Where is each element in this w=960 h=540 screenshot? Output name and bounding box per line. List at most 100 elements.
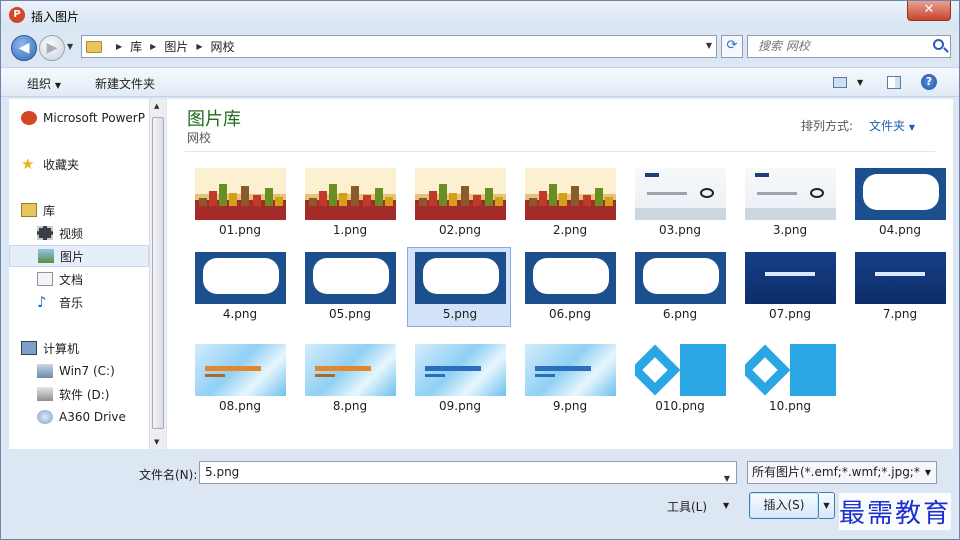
sidebar-item[interactable]: 图片 (9, 245, 149, 267)
file-tile[interactable]: 05.png (297, 247, 401, 327)
sidebar-item-label: 音乐 (59, 295, 84, 310)
video-icon (37, 226, 53, 240)
thumbnail-image (525, 344, 616, 396)
help-icon: ? (921, 74, 937, 90)
file-tile[interactable]: 9.png (517, 339, 621, 419)
view-options-button[interactable]: ▼ (833, 73, 863, 91)
file-name: 04.png (879, 223, 921, 237)
sidebar-item[interactable]: 库 (9, 199, 149, 221)
sidebar-scrollbar[interactable]: ▲ ▼ (149, 99, 166, 449)
recent-locations-dropdown[interactable]: ▼ (67, 42, 73, 51)
filename-value: 5.png (205, 465, 240, 479)
file-tile[interactable]: 6.png (627, 247, 731, 327)
sidebar-item[interactable]: 文档 (9, 268, 149, 290)
divider (185, 151, 935, 152)
thumbnail-image (745, 252, 836, 304)
sidebar-item[interactable]: 软件 (D:) (9, 383, 149, 405)
dialog-footer: 文件名(N): 5.png ▼ 所有图片(*.emf;*.wmf;*.jpg;*.… (1, 451, 959, 539)
navigation-bar: ◀ ▶ ▼ ▶ 库 ▶ 图片 ▶ 网校 ▼ ⟳ (1, 31, 959, 63)
file-tile[interactable]: 10.png (737, 339, 841, 419)
organize-button[interactable]: 组织 ▼ (27, 75, 61, 92)
breadcrumb-item[interactable]: 网校 (211, 38, 235, 55)
file-tile[interactable]: 02.png (407, 163, 511, 243)
file-tile[interactable]: 010.png (627, 339, 731, 419)
preview-pane-button[interactable] (887, 73, 901, 91)
file-name: 03.png (659, 223, 701, 237)
thumbnail-image (745, 168, 836, 220)
tools-button[interactable]: 工具(L) (667, 498, 707, 515)
sidebar-item[interactable]: ♪ 音乐 (9, 291, 149, 313)
scroll-down-icon[interactable]: ▼ (154, 438, 159, 446)
filetype-value: 所有图片(*.emf;*.wmf;*.jpg;*.jp (752, 465, 935, 479)
library-subtitle: 网校 (187, 131, 212, 145)
forward-button[interactable]: ▶ (39, 35, 65, 61)
file-name: 2.png (552, 223, 588, 237)
cloud-drive-icon (37, 410, 53, 424)
insert-options-dropdown[interactable]: ▼ (819, 492, 835, 519)
file-tile[interactable]: 5.png (407, 247, 511, 327)
thumbnail-image (195, 344, 286, 396)
breadcrumb-item[interactable]: 图片 (164, 38, 188, 55)
sidebar-item[interactable]: ★ 收藏夹 (9, 153, 149, 175)
scroll-up-icon[interactable]: ▲ (154, 102, 159, 110)
file-tile[interactable]: 8.png (297, 339, 401, 419)
chevron-down-icon: ▼ (908, 123, 915, 132)
sidebar-item-label: 计算机 (43, 341, 80, 356)
sidebar-item[interactable]: A360 Drive (9, 406, 149, 428)
breadcrumb-item[interactable]: 库 (130, 38, 142, 55)
close-button[interactable]: ✕ (907, 1, 951, 21)
thumbnail-image (855, 252, 946, 304)
file-tile[interactable]: 4.png (187, 247, 291, 327)
file-tile[interactable]: 3.png (737, 163, 841, 243)
thumbnail-image (415, 168, 506, 220)
filename-dropdown[interactable]: ▼ (724, 468, 730, 489)
filetype-select[interactable]: 所有图片(*.emf;*.wmf;*.jpg;*.jp ▼ (747, 461, 937, 484)
sort-dropdown[interactable]: 文件夹 ▼ (869, 117, 915, 134)
search-input[interactable] (758, 36, 928, 56)
drive-c-icon (37, 364, 53, 378)
file-name: 9.png (552, 399, 588, 413)
sidebar-item[interactable]: 视频 (9, 222, 149, 244)
file-tile[interactable]: 7.png (847, 247, 951, 327)
file-name: 4.png (222, 307, 258, 321)
sidebar-item[interactable]: Microsoft PowerP (9, 107, 149, 129)
file-tile[interactable]: 01.png (187, 163, 291, 243)
search-icon[interactable] (933, 39, 944, 50)
sidebar-item-label: A360 Drive (59, 410, 126, 424)
file-name: 01.png (219, 223, 261, 237)
thumbnail-image (415, 344, 506, 396)
file-tile[interactable]: 08.png (187, 339, 291, 419)
chevron-right-icon[interactable]: ▶ (196, 42, 202, 51)
file-tile[interactable]: 1.png (297, 163, 401, 243)
address-dropdown[interactable]: ▼ (706, 41, 712, 50)
file-tile[interactable]: 03.png (627, 163, 731, 243)
search-box[interactable] (747, 35, 951, 58)
thumbnail-image (745, 344, 836, 396)
refresh-button[interactable]: ⟳ (721, 35, 743, 58)
sidebar-item[interactable]: 计算机 (9, 337, 149, 359)
filename-input[interactable]: 5.png ▼ (199, 461, 737, 484)
back-button[interactable]: ◀ (11, 35, 37, 61)
sidebar-item-label: Microsoft PowerP (43, 111, 145, 125)
help-button[interactable]: ? (921, 73, 937, 91)
sidebar-item-label: Win7 (C:) (59, 364, 115, 378)
scrollbar-thumb[interactable] (152, 117, 164, 429)
insert-button[interactable]: 插入(S) (749, 492, 819, 519)
new-folder-button[interactable]: 新建文件夹 (95, 75, 155, 92)
file-tile[interactable]: 09.png (407, 339, 511, 419)
file-tile[interactable]: 07.png (737, 247, 841, 327)
file-name: 1.png (332, 223, 368, 237)
address-bar[interactable]: ▶ 库 ▶ 图片 ▶ 网校 ▼ (81, 35, 717, 58)
file-tile[interactable]: 04.png (847, 163, 951, 243)
thumbnail-image (525, 252, 616, 304)
chevron-down-icon[interactable]: ▼ (920, 462, 936, 483)
tools-dropdown[interactable]: ▼ (723, 501, 729, 510)
chevron-right-icon[interactable]: ▶ (150, 42, 156, 51)
sidebar-item[interactable]: Win7 (C:) (9, 360, 149, 382)
file-name: 010.png (655, 399, 705, 413)
file-tile[interactable]: 06.png (517, 247, 621, 327)
window-title: 插入图片 (31, 10, 80, 24)
sidebar-item-label: 视频 (59, 226, 84, 241)
chevron-right-icon[interactable]: ▶ (116, 42, 122, 51)
file-tile[interactable]: 2.png (517, 163, 621, 243)
